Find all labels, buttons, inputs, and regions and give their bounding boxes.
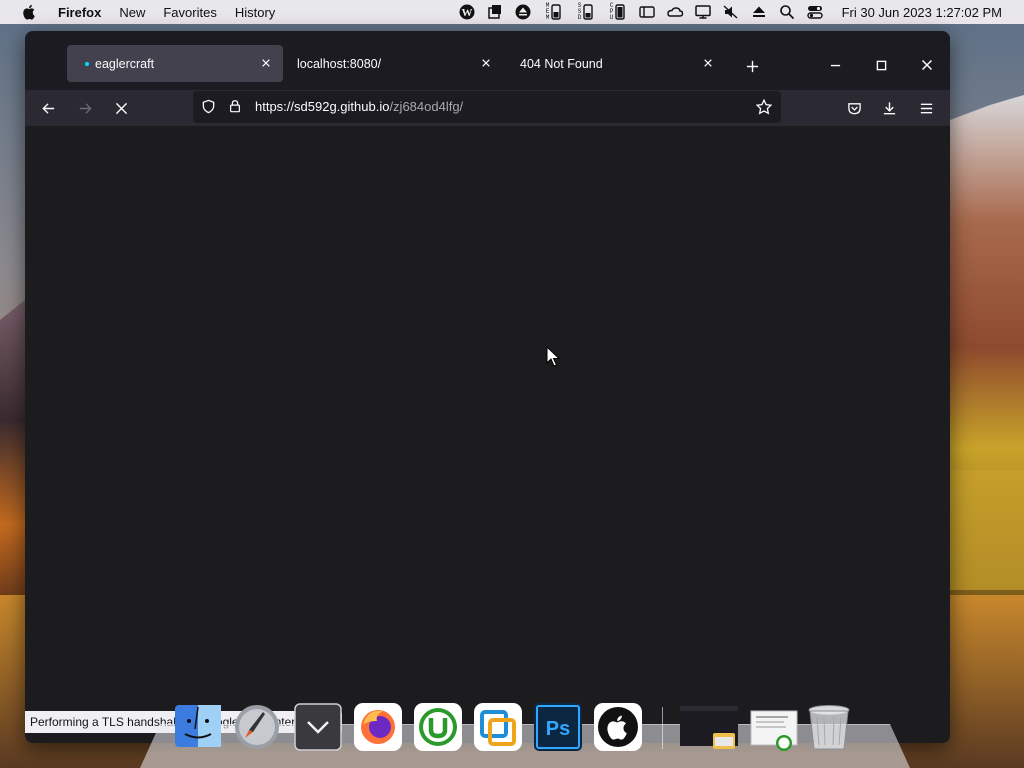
trash-icon[interactable]	[804, 701, 854, 751]
mem-icon[interactable]: MEM	[542, 3, 564, 21]
photoshop-label: Ps	[546, 718, 570, 740]
menu-favorites[interactable]: Favorites	[163, 5, 216, 20]
utorrent-window-thumbnail[interactable]	[748, 701, 798, 751]
apple-app-icon[interactable]	[593, 701, 643, 751]
search-icon[interactable]	[778, 3, 796, 21]
mem-label: MEM	[545, 2, 550, 21]
url-host: https://sd592g.github.io	[255, 99, 390, 114]
mute-icon[interactable]	[722, 3, 740, 21]
stacks-icon[interactable]	[486, 3, 504, 21]
tab-localhost[interactable]: localhost:8080/	[287, 45, 503, 82]
dock-separator	[662, 707, 663, 749]
maximize-window-icon[interactable]	[869, 54, 893, 76]
launchpad-icon[interactable]	[232, 701, 282, 751]
lock-icon[interactable]	[228, 98, 242, 117]
wordpress-icon[interactable]: W	[458, 3, 476, 21]
cpu-label: CPU	[609, 2, 614, 21]
back-arrow-icon[interactable]	[35, 95, 61, 121]
cpu-icon[interactable]: CPU	[606, 3, 628, 21]
url-text[interactable]: https://sd592g.github.io/zj684od4lfg/	[255, 99, 463, 114]
ssd-label: SSD	[577, 2, 582, 21]
url-path: /zj684od4lfg/	[389, 99, 464, 114]
minimize-window-icon[interactable]	[823, 54, 847, 76]
close-tab-icon[interactable]	[259, 56, 273, 70]
close-window-icon[interactable]	[915, 54, 939, 76]
vmware-icon[interactable]	[473, 701, 523, 751]
cloud-icon[interactable]	[666, 3, 684, 21]
eject-icon[interactable]	[750, 3, 768, 21]
photoshop-icon[interactable]: Ps	[533, 701, 583, 751]
tab-eaglercraft[interactable]: eaglercraft	[67, 45, 283, 82]
tab-title: localhost:8080/	[297, 56, 382, 71]
menu-bar-clock[interactable]: Fri 30 Jun 2023 1:27:02 PM	[842, 5, 1002, 20]
navigation-toolbar: https://sd592g.github.io/zj684od4lfg/	[25, 90, 950, 126]
stop-loading-icon[interactable]	[108, 95, 134, 121]
tab-strip: eaglercraft localhost:8080/ 404 Not Foun…	[25, 31, 950, 82]
firefox-window: eaglercraft localhost:8080/ 404 Not Foun…	[25, 31, 950, 743]
menu-firefox[interactable]: Firefox	[58, 5, 101, 20]
firefox-icon[interactable]	[353, 701, 403, 751]
menu-new[interactable]: New	[119, 5, 145, 20]
utorrent-icon[interactable]	[413, 701, 463, 751]
svg-text:W: W	[461, 7, 472, 19]
mouse-cursor	[546, 346, 560, 367]
forward-arrow-icon[interactable]	[72, 95, 98, 121]
eject-circle-icon[interactable]	[514, 3, 532, 21]
display-icon[interactable]	[694, 3, 712, 21]
page-content-area[interactable]	[25, 126, 950, 743]
address-bar[interactable]: https://sd592g.github.io/zj684od4lfg/	[193, 91, 781, 123]
apple-logo-icon[interactable]	[20, 2, 40, 22]
close-tab-icon[interactable]	[479, 56, 493, 70]
tab-loading-indicator	[85, 61, 89, 66]
tab-title: 404 Not Found	[520, 56, 603, 71]
downloads-icon[interactable]	[876, 95, 902, 121]
tracking-protection-shield-icon[interactable]	[201, 99, 216, 117]
sidebar-icon[interactable]	[638, 3, 656, 21]
hamburger-menu-icon[interactable]	[913, 95, 939, 121]
close-tab-icon[interactable]	[701, 56, 715, 70]
bookmark-star-icon[interactable]	[755, 98, 773, 118]
new-tab-plus-icon[interactable]	[741, 55, 763, 77]
menu-history[interactable]: History	[235, 5, 275, 20]
tab-404-not-found[interactable]: 404 Not Found	[509, 45, 725, 82]
finder-icon[interactable]	[173, 701, 223, 751]
macos-menu-bar: Firefox New Favorites History W MEM SSD …	[0, 0, 1024, 24]
browser-window-thumbnail[interactable]	[680, 701, 738, 751]
ssd-icon[interactable]: SSD	[574, 3, 596, 21]
pocket-icon[interactable]	[841, 95, 867, 121]
tab-title: eaglercraft	[95, 56, 155, 71]
control-center-icon[interactable]	[806, 3, 824, 21]
downloads-stack-icon[interactable]	[293, 701, 343, 751]
status-menu-area: W MEM SSD CPU Fri 30 Jun 2023 1:27:02 PM	[458, 0, 1024, 24]
